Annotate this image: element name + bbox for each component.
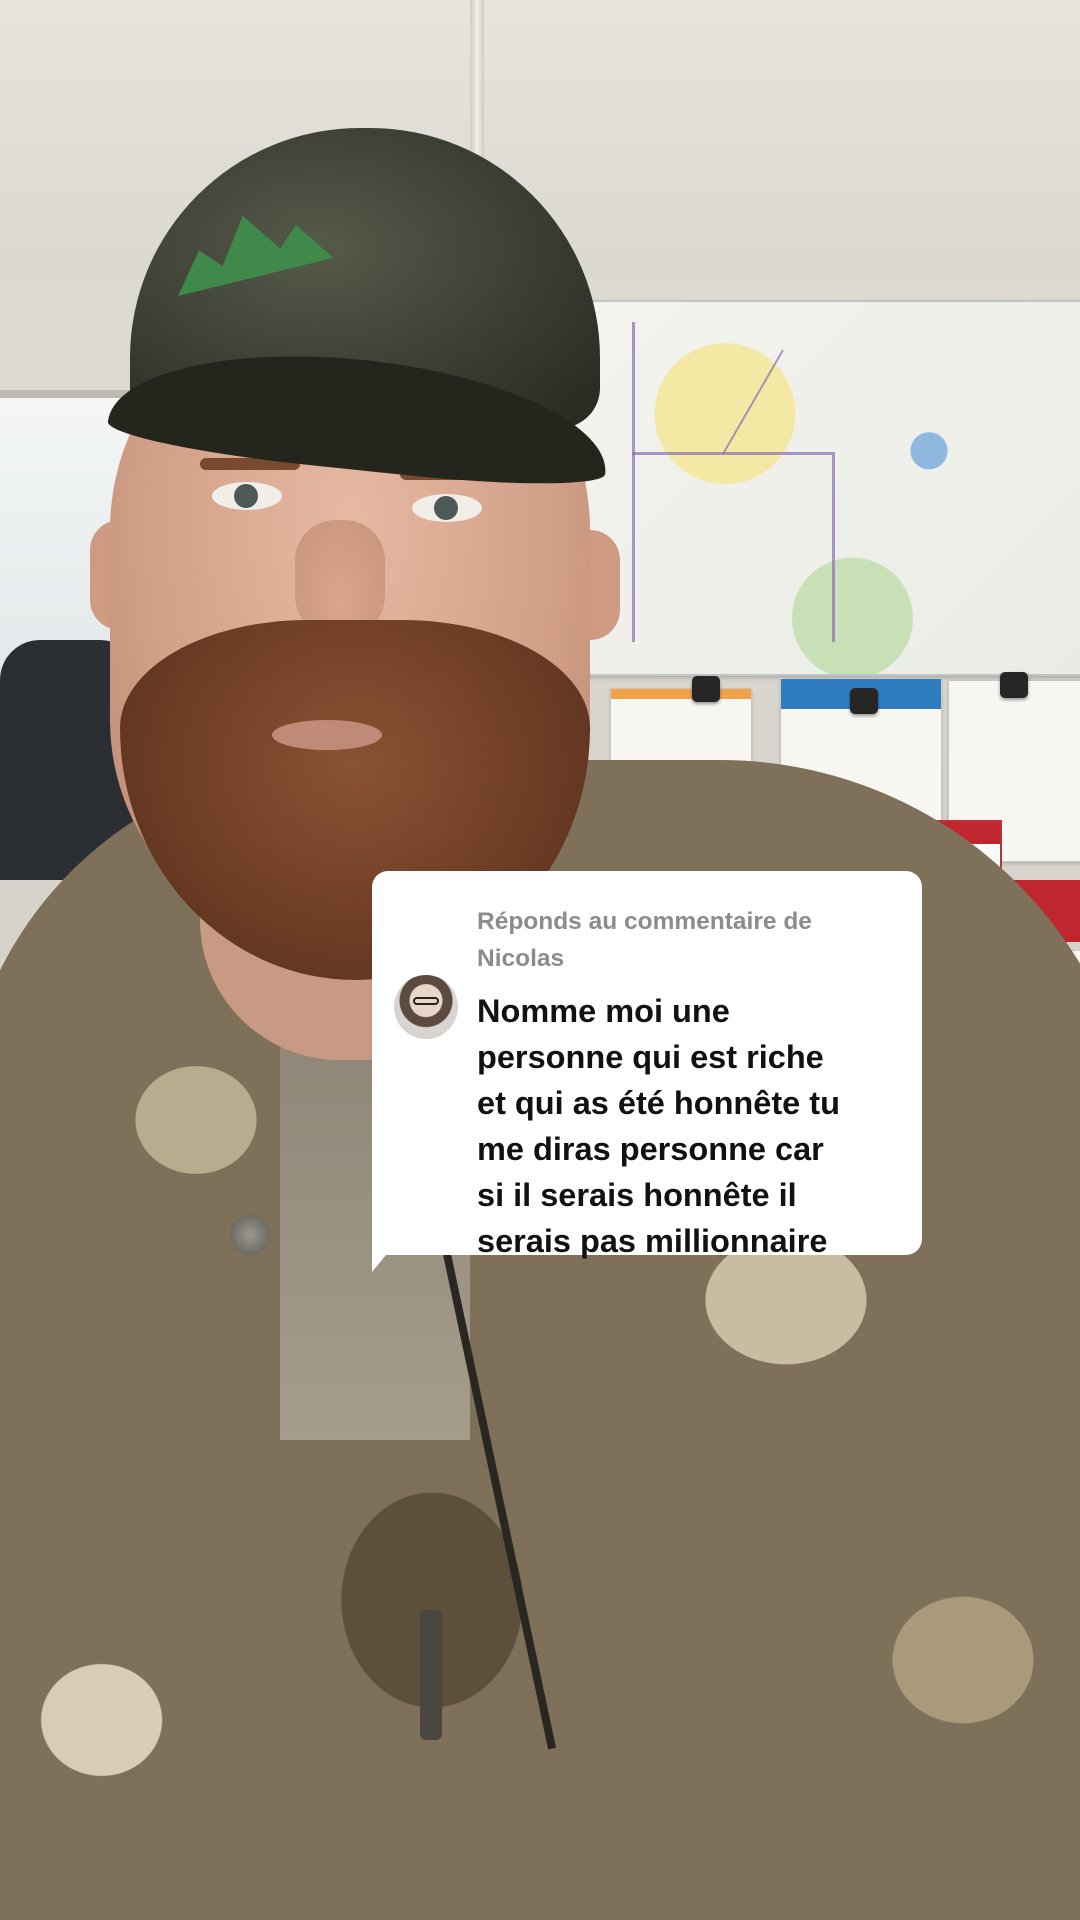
lips — [272, 720, 382, 750]
magnet — [1000, 672, 1028, 698]
zipper-pull — [420, 1610, 442, 1740]
eye — [212, 482, 282, 510]
comment-text: Nomme moi une personne qui est riche et … — [477, 993, 840, 1259]
comment-bubble-tail — [372, 1218, 416, 1272]
eye — [412, 494, 482, 522]
commenter-name[interactable]: Nicolas — [477, 940, 882, 977]
wall-map — [570, 300, 1080, 676]
magnet — [850, 688, 878, 714]
hoodie-snap — [230, 1215, 270, 1255]
magnet — [692, 676, 720, 702]
avatar-glasses — [413, 997, 439, 1005]
reply-header-label: Réponds au commentaire de — [477, 908, 812, 935]
reply-header: Réponds au commentaire de Nicolas — [477, 903, 882, 977]
commenter-avatar-icon[interactable] — [394, 975, 458, 1039]
comment-reply-bubble[interactable]: Réponds au commentaire de Nicolas Nomme … — [372, 871, 922, 1259]
